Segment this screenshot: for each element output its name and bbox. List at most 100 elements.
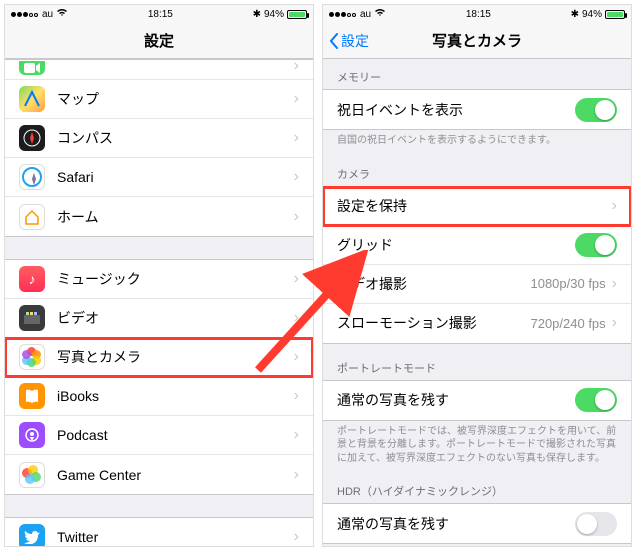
- row-keep-normal-photo[interactable]: 通常の写真を残す: [323, 381, 631, 420]
- footer-note: HDRは、3段階の異なる露出の最も良い部分を、1枚の写真に合成する機能です。HD…: [323, 544, 631, 546]
- chevron-right-icon: ›: [294, 168, 299, 186]
- page-title: 写真とカメラ: [432, 30, 522, 51]
- row-label: グリッド: [337, 235, 575, 255]
- wifi-icon: [56, 8, 68, 20]
- battery-pct: 94%: [582, 9, 602, 20]
- chevron-right-icon: ›: [612, 314, 617, 332]
- status-bar: au 18:15 ✱ 94%: [323, 5, 631, 23]
- carrier-label: au: [42, 9, 53, 20]
- settings-row-ibooks[interactable]: iBooks›: [5, 377, 313, 416]
- back-button[interactable]: 設定: [329, 31, 369, 51]
- ibooks-icon: [19, 383, 45, 409]
- nav-bar: 設定 写真とカメラ: [323, 23, 631, 59]
- chevron-right-icon: ›: [612, 275, 617, 293]
- row-label: スローモーション撮影: [337, 313, 530, 333]
- bluetooth-icon: ✱: [253, 9, 261, 20]
- row-label: Podcast: [57, 427, 294, 443]
- battery-icon: [287, 10, 307, 19]
- compass-icon: [19, 125, 45, 151]
- toggle-on[interactable]: [575, 388, 617, 412]
- settings-row--[interactable]: 写真とカメラ›: [5, 338, 313, 377]
- row-label: ビデオ: [57, 308, 294, 328]
- maps-icon: [19, 86, 45, 112]
- battery-pct: 94%: [264, 9, 284, 20]
- toggle-on[interactable]: [575, 98, 617, 122]
- signal-dots-icon: [11, 9, 39, 20]
- chevron-right-icon: ›: [294, 466, 299, 484]
- row-label: ビデオ撮影: [337, 274, 530, 294]
- row-value: 1080p/30 fps: [530, 276, 605, 291]
- clock: 18:15: [466, 9, 491, 20]
- row-keep-normal-photo-hdr[interactable]: 通常の写真を残す: [323, 504, 631, 543]
- wifi-icon: [374, 8, 386, 20]
- facetime-icon: [19, 61, 45, 75]
- row-record-slomo[interactable]: スローモーション撮影 720p/240 fps ›: [323, 304, 631, 343]
- back-label: 設定: [341, 31, 369, 51]
- gamecenter-icon: [19, 462, 45, 488]
- carrier-label: au: [360, 9, 371, 20]
- footer-note: 自国の祝日イベントを表示するようにできます。: [323, 130, 631, 156]
- row-label: 写真とカメラ: [57, 347, 294, 367]
- section-header-camera: カメラ: [323, 156, 631, 186]
- settings-row--[interactable]: コンパス›: [5, 119, 313, 158]
- row-label: iBooks: [57, 388, 294, 404]
- chevron-right-icon: ›: [294, 426, 299, 444]
- settings-row--[interactable]: ビデオ›: [5, 299, 313, 338]
- settings-row-safari[interactable]: Safari›: [5, 158, 313, 197]
- settings-row--[interactable]: ♪ ミュージック›: [5, 260, 313, 299]
- toggle-on[interactable]: [575, 233, 617, 257]
- chevron-right-icon: ›: [294, 387, 299, 405]
- photos-icon: [19, 344, 45, 370]
- home-icon: [19, 204, 45, 230]
- section-header-portrait: ポートレートモード: [323, 350, 631, 380]
- row-label: マップ: [57, 89, 294, 109]
- row-label: ホーム: [57, 207, 294, 227]
- chevron-right-icon: ›: [294, 59, 299, 75]
- row-label: 通常の写真を残す: [337, 390, 575, 410]
- status-bar: au 18:15 ✱ 94%: [5, 5, 313, 23]
- chevron-right-icon: ›: [294, 528, 299, 546]
- music-icon: ♪: [19, 266, 45, 292]
- row-label: Safari: [57, 169, 294, 185]
- safari-icon: [19, 164, 45, 190]
- row-grid[interactable]: グリッド: [323, 226, 631, 265]
- row-label: Game Center: [57, 467, 294, 483]
- section-header-hdr: HDR（ハイダイナミックレンジ）: [323, 473, 631, 503]
- settings-row-facetime[interactable]: ›: [5, 60, 313, 80]
- settings-screen: au 18:15 ✱ 94% 設定 ›マップ›コンパス›Safari›ホーム› …: [4, 4, 314, 547]
- settings-row--[interactable]: ホーム›: [5, 197, 313, 236]
- chevron-right-icon: ›: [294, 90, 299, 108]
- bluetooth-icon: ✱: [571, 9, 579, 20]
- battery-icon: [605, 10, 625, 19]
- row-label: 祝日イベントを表示: [337, 100, 575, 120]
- toggle-off[interactable]: [575, 512, 617, 536]
- row-value: 720p/240 fps: [530, 316, 605, 331]
- settings-row-game-center[interactable]: Game Center›: [5, 455, 313, 494]
- settings-row-podcast[interactable]: Podcast›: [5, 416, 313, 455]
- chevron-right-icon: ›: [294, 309, 299, 327]
- settings-list[interactable]: ›マップ›コンパス›Safari›ホーム› ♪ミュージック›ビデオ›写真とカメラ…: [5, 59, 313, 546]
- section-header-memory: メモリー: [323, 59, 631, 89]
- row-label: 設定を保持: [337, 196, 612, 216]
- photos-camera-list[interactable]: メモリー 祝日イベントを表示 自国の祝日イベントを表示するようにできます。 カメ…: [323, 59, 631, 546]
- row-label: Twitter: [57, 529, 294, 545]
- chevron-right-icon: ›: [612, 197, 617, 215]
- page-title: 設定: [144, 30, 174, 51]
- signal-dots-icon: [329, 9, 357, 20]
- row-preserve-settings[interactable]: 設定を保持 ›: [323, 187, 631, 226]
- chevron-right-icon: ›: [294, 348, 299, 366]
- video-icon: [19, 305, 45, 331]
- nav-bar: 設定: [5, 23, 313, 59]
- chevron-right-icon: ›: [294, 208, 299, 226]
- row-label: 通常の写真を残す: [337, 514, 575, 534]
- chevron-left-icon: [329, 33, 339, 49]
- row-record-video[interactable]: ビデオ撮影 1080p/30 fps ›: [323, 265, 631, 304]
- chevron-right-icon: ›: [294, 270, 299, 288]
- settings-row-twitter[interactable]: Twitter›: [5, 518, 313, 546]
- footer-note: ポートレートモードでは、被写界深度エフェクトを用いて、前景と背景を分離します。ポ…: [323, 421, 631, 474]
- row-label: ミュージック: [57, 269, 294, 289]
- twitter-icon: [19, 524, 45, 546]
- settings-row--[interactable]: マップ›: [5, 80, 313, 119]
- row-holiday-events[interactable]: 祝日イベントを表示: [323, 90, 631, 129]
- clock: 18:15: [148, 9, 173, 20]
